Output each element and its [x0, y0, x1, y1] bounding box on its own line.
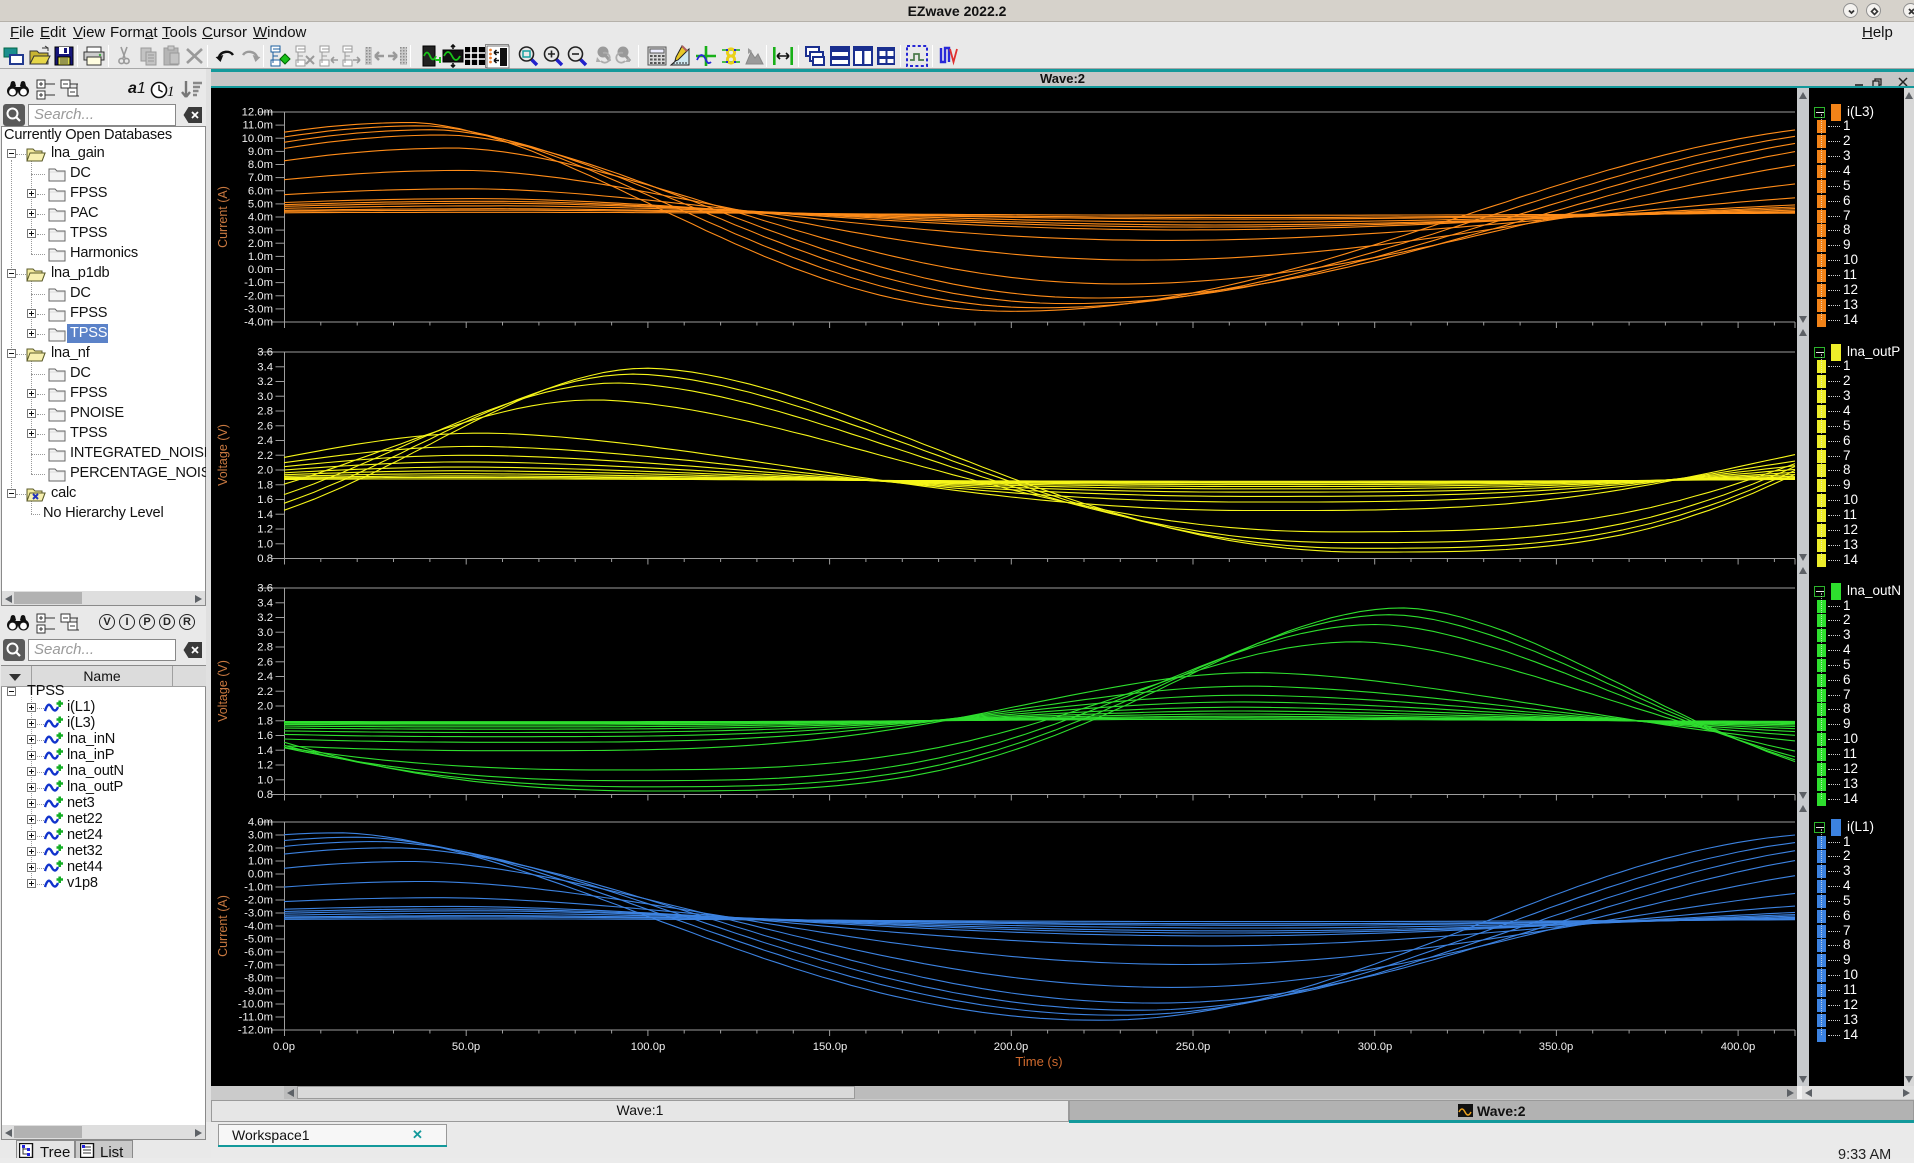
- svg-text:-11.0m: -11.0m: [239, 1012, 273, 1024]
- svg-text:1.0m: 1.0m: [248, 251, 273, 263]
- svg-text:2.0m: 2.0m: [248, 238, 273, 250]
- svg-text:0.0p: 0.0p: [273, 1041, 295, 1053]
- svg-text:1.6: 1.6: [257, 730, 273, 742]
- svg-text:-10.0m: -10.0m: [238, 999, 273, 1011]
- svg-text:1.0m: 1.0m: [248, 856, 273, 868]
- svg-text:50.0p: 50.0p: [452, 1041, 480, 1053]
- svg-text:400.0p: 400.0p: [1721, 1041, 1756, 1053]
- svg-text:3.4: 3.4: [257, 361, 273, 373]
- svg-text:1.0: 1.0: [257, 774, 273, 786]
- svg-text:-4.0m: -4.0m: [244, 921, 273, 933]
- svg-text:3.6: 3.6: [257, 347, 273, 359]
- svg-text:Time (s): Time (s): [1015, 1054, 1062, 1069]
- svg-text:3.6: 3.6: [257, 583, 273, 595]
- svg-text:2.4: 2.4: [257, 435, 273, 447]
- svg-text:9.0m: 9.0m: [248, 146, 273, 158]
- svg-text:1.0: 1.0: [257, 538, 273, 550]
- svg-text:-12.0m: -12.0m: [238, 1025, 273, 1037]
- svg-text:3.2: 3.2: [257, 376, 273, 388]
- svg-text:0.8: 0.8: [257, 553, 273, 565]
- svg-text:Voltage (V): Voltage (V): [216, 660, 230, 722]
- svg-text:1.6: 1.6: [257, 494, 273, 506]
- svg-text:2.0m: 2.0m: [248, 843, 273, 855]
- svg-text:3.4: 3.4: [257, 597, 273, 609]
- svg-text:5.0m: 5.0m: [248, 199, 273, 211]
- svg-text:8.0m: 8.0m: [248, 159, 273, 171]
- svg-text:12.0m: 12.0m: [242, 107, 273, 119]
- svg-text:4.0m: 4.0m: [248, 817, 273, 829]
- svg-text:6.0m: 6.0m: [248, 185, 273, 197]
- svg-text:3.0: 3.0: [257, 627, 273, 639]
- svg-text:-5.0m: -5.0m: [244, 934, 273, 946]
- svg-text:1.4: 1.4: [257, 745, 273, 757]
- svg-text:350.0p: 350.0p: [1539, 1041, 1574, 1053]
- svg-text:Current (A): Current (A): [216, 895, 230, 957]
- svg-text:1.4: 1.4: [257, 509, 273, 521]
- svg-text:300.0p: 300.0p: [1358, 1041, 1393, 1053]
- svg-text:-7.0m: -7.0m: [244, 960, 273, 972]
- svg-text:2.2: 2.2: [257, 450, 273, 462]
- svg-text:-1.0m: -1.0m: [244, 882, 273, 894]
- svg-text:0.8: 0.8: [257, 789, 273, 801]
- svg-text:11.0m: 11.0m: [242, 120, 273, 132]
- svg-text:1.2: 1.2: [257, 760, 273, 772]
- svg-text:3.0: 3.0: [257, 391, 273, 403]
- svg-text:2.6: 2.6: [257, 656, 273, 668]
- svg-text:Current (A): Current (A): [216, 186, 230, 248]
- svg-text:4.0m: 4.0m: [248, 212, 273, 224]
- svg-text:0.0m: 0.0m: [248, 869, 273, 881]
- svg-text:-1.0m: -1.0m: [244, 277, 273, 289]
- svg-text:250.0p: 250.0p: [1176, 1041, 1211, 1053]
- svg-text:-4.0m: -4.0m: [244, 317, 273, 329]
- svg-text:10.0m: 10.0m: [242, 133, 273, 145]
- svg-text:-2.0m: -2.0m: [244, 290, 273, 302]
- svg-text:7.0m: 7.0m: [248, 172, 273, 184]
- svg-text:1.8: 1.8: [257, 715, 273, 727]
- svg-text:2.2: 2.2: [257, 686, 273, 698]
- svg-text:1: 1: [167, 84, 175, 100]
- svg-text:100.0p: 100.0p: [631, 1041, 666, 1053]
- svg-text:-2.0m: -2.0m: [244, 895, 273, 907]
- svg-text:2.0: 2.0: [257, 465, 273, 477]
- svg-text:200.0p: 200.0p: [994, 1041, 1029, 1053]
- svg-text:3.2: 3.2: [257, 612, 273, 624]
- svg-text:0.0m: 0.0m: [248, 264, 273, 276]
- svg-text:-9.0m: -9.0m: [244, 986, 273, 998]
- svg-text:1.8: 1.8: [257, 479, 273, 491]
- svg-text:Voltage (V): Voltage (V): [216, 424, 230, 486]
- svg-text:-3.0m: -3.0m: [244, 304, 273, 316]
- svg-text:-3.0m: -3.0m: [244, 908, 273, 920]
- svg-text:2.4: 2.4: [257, 671, 273, 683]
- svg-text:2.8: 2.8: [257, 406, 273, 418]
- svg-text:2.0: 2.0: [257, 701, 273, 713]
- svg-text:-6.0m: -6.0m: [244, 947, 273, 959]
- svg-text:3.0m: 3.0m: [248, 830, 273, 842]
- svg-text:1.2: 1.2: [257, 524, 273, 536]
- svg-text:-8.0m: -8.0m: [244, 973, 273, 985]
- svg-text:3.0m: 3.0m: [248, 225, 273, 237]
- svg-text:2.6: 2.6: [257, 420, 273, 432]
- svg-text:2.8: 2.8: [257, 642, 273, 654]
- svg-text:150.0p: 150.0p: [813, 1041, 848, 1053]
